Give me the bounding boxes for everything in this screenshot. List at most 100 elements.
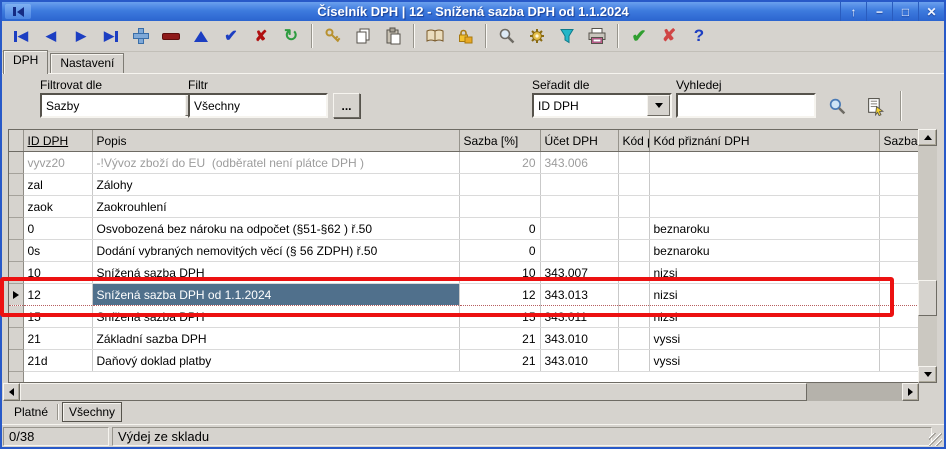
table-row[interactable]: 0Osvobozená bez nároku na odpočet (§51-§…: [9, 218, 919, 240]
refresh-button[interactable]: ↻: [276, 23, 306, 49]
search-button[interactable]: [492, 23, 522, 49]
grid-cell[interactable]: [540, 240, 618, 262]
grid-cell[interactable]: 343.010: [540, 328, 618, 350]
column-header[interactable]: Účet DPH: [540, 130, 618, 152]
grid-cell[interactable]: 0: [23, 218, 92, 240]
tab-nastaveni[interactable]: Nastavení: [50, 53, 124, 74]
print-button[interactable]: [582, 23, 612, 49]
rollup-button[interactable]: ↑: [840, 2, 866, 21]
grid-cell[interactable]: 21: [459, 328, 540, 350]
grid-cell[interactable]: 10: [23, 262, 92, 284]
column-select-button[interactable]: [860, 93, 890, 119]
vertical-scroll-thumb[interactable]: [918, 280, 937, 316]
grid-cell[interactable]: nizsi: [649, 262, 879, 284]
column-header[interactable]: Sazba [%]: [459, 130, 540, 152]
column-header[interactable]: Kód přiznání DPH: [649, 130, 879, 152]
grid-cell[interactable]: [618, 196, 649, 218]
column-header[interactable]: ID DPH: [23, 130, 92, 152]
scroll-down-button[interactable]: [918, 366, 937, 383]
grid-cell[interactable]: 343.013: [540, 284, 618, 306]
filtr-input[interactable]: [188, 93, 328, 118]
row-selector[interactable]: [9, 306, 23, 328]
grid-cell[interactable]: [618, 350, 649, 372]
grid-cell[interactable]: Základní sazba DPH: [92, 328, 459, 350]
resize-grip[interactable]: [929, 433, 942, 446]
codebook-button[interactable]: [420, 23, 450, 49]
row-selector[interactable]: [9, 240, 23, 262]
column-header[interactable]: Popis: [92, 130, 459, 152]
grid-cell[interactable]: 12: [23, 284, 92, 306]
help-button[interactable]: ?: [684, 23, 714, 49]
grid-cell[interactable]: [618, 152, 649, 174]
horizontal-scrollbar[interactable]: [3, 383, 919, 401]
grid-cell[interactable]: 15: [23, 306, 92, 328]
grid-cell[interactable]: [618, 218, 649, 240]
minimize-button[interactable]: −: [866, 2, 892, 21]
rights-button[interactable]: [450, 23, 480, 49]
table-row[interactable]: zalZálohy: [9, 174, 919, 196]
grid-cell[interactable]: [879, 350, 919, 372]
grid-cell[interactable]: 15: [459, 306, 540, 328]
grid-cell[interactable]: zaok: [23, 196, 92, 218]
cancel-edit-button[interactable]: ✘: [246, 23, 276, 49]
row-selector[interactable]: [9, 196, 23, 218]
vertical-scrollbar[interactable]: [918, 129, 937, 383]
grid-cell[interactable]: 343.007: [540, 262, 618, 284]
grid-cell[interactable]: nizsi: [649, 306, 879, 328]
maximize-button[interactable]: □: [892, 2, 918, 21]
row-selector[interactable]: [9, 328, 23, 350]
grid-cell[interactable]: [649, 174, 879, 196]
post-edit-button[interactable]: ✔: [216, 23, 246, 49]
column-header[interactable]: Kód p: [618, 130, 649, 152]
grid-cell[interactable]: [879, 284, 919, 306]
grid-cell[interactable]: [459, 174, 540, 196]
grid-cell[interactable]: 0: [459, 240, 540, 262]
settings-button[interactable]: [522, 23, 552, 49]
grid-cell[interactable]: [879, 218, 919, 240]
scroll-right-button[interactable]: [902, 383, 919, 401]
grid-cell[interactable]: Snížená sazba DPH od 1.1.2024: [92, 284, 459, 306]
table-row[interactable]: 21Základní sazba DPH21343.010vyssi: [9, 328, 919, 350]
filtr-more-button[interactable]: ...: [333, 93, 360, 118]
grid-cell[interactable]: [649, 196, 879, 218]
confirm-button[interactable]: ✔: [624, 23, 654, 49]
scroll-up-button[interactable]: [918, 129, 937, 146]
prior-record-button[interactable]: ◀: [36, 23, 66, 49]
row-selector[interactable]: [9, 350, 23, 372]
column-header[interactable]: Sazba: [879, 130, 919, 152]
table-row[interactable]: 21dDaňový doklad platby21343.010vyssi: [9, 350, 919, 372]
tab-platne[interactable]: Platné: [8, 403, 54, 421]
grid-cell[interactable]: [618, 284, 649, 306]
row-selector[interactable]: [9, 174, 23, 196]
grid-cell[interactable]: vyssi: [649, 328, 879, 350]
grid-cell[interactable]: [879, 174, 919, 196]
grid-cell[interactable]: Daňový doklad platby: [92, 350, 459, 372]
insert-record-button[interactable]: [126, 23, 156, 49]
grid-cell[interactable]: [618, 240, 649, 262]
cancel-button[interactable]: ✘: [654, 23, 684, 49]
horizontal-scroll-thumb[interactable]: [20, 383, 807, 401]
grid-cell[interactable]: [879, 306, 919, 328]
paste-button[interactable]: [378, 23, 408, 49]
grid-cell[interactable]: 21d: [23, 350, 92, 372]
grid-cell[interactable]: 20: [459, 152, 540, 174]
vyhledej-search-button[interactable]: [822, 93, 852, 119]
grid-cell[interactable]: vyvz20: [23, 152, 92, 174]
row-selector[interactable]: [9, 284, 23, 306]
grid-cell[interactable]: [649, 152, 879, 174]
grid-cell[interactable]: [879, 328, 919, 350]
grid-cell[interactable]: Osvobozená bez nároku na odpočet (§51-§6…: [92, 218, 459, 240]
grid-cell[interactable]: Dodání vybraných nemovitých věcí (§ 56 Z…: [92, 240, 459, 262]
grid-cell[interactable]: 0s: [23, 240, 92, 262]
grid-cell[interactable]: [459, 196, 540, 218]
grid-cell[interactable]: vyssi: [649, 350, 879, 372]
grid-cell[interactable]: [879, 262, 919, 284]
grid-cell[interactable]: [618, 328, 649, 350]
grid-cell[interactable]: beznaroku: [649, 240, 879, 262]
grid-cell[interactable]: 343.006: [540, 152, 618, 174]
filtrovat-dle-combo[interactable]: Sazby: [40, 93, 210, 118]
table-row[interactable]: zaokZaokrouhlení: [9, 196, 919, 218]
table-row[interactable]: 15Snížená sazba DPH15343.011nizsi: [9, 306, 919, 328]
grid-cell[interactable]: 343.011: [540, 306, 618, 328]
filter-button[interactable]: [552, 23, 582, 49]
